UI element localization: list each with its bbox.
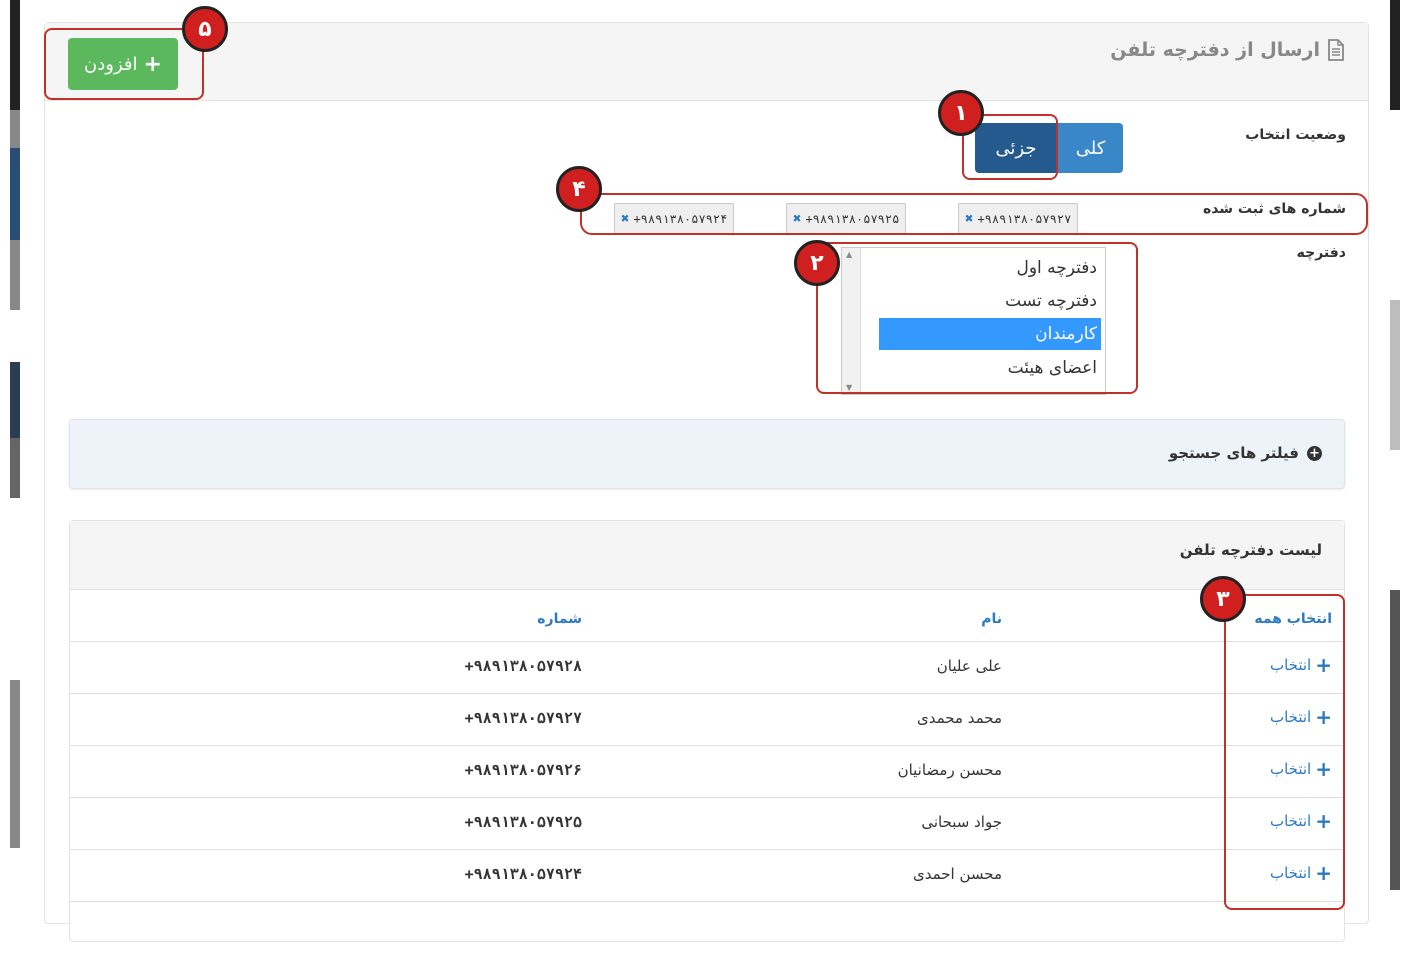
list-header: لیست دفترچه تلفن	[70, 521, 1344, 590]
highlight-registered-numbers	[580, 193, 1368, 235]
selection-mode-label: وضعیت انتخاب	[1245, 127, 1346, 143]
plus-circle-icon: +	[1307, 445, 1322, 461]
contact-name: محسن رمضانیان	[897, 761, 1002, 779]
contact-name: جواد سبحانی	[921, 813, 1002, 831]
background-window-edge-left	[0, 0, 20, 916]
highlight-add-button	[44, 28, 204, 100]
column-header-name: نام	[981, 611, 1002, 627]
table-row	[70, 901, 1344, 953]
search-filters-label: فیلتر های جستجو	[1168, 444, 1299, 462]
search-filters-header: + فیلتر های جستجو	[1169, 444, 1322, 462]
phonebook-label: دفترچه	[1296, 245, 1346, 261]
panel-title: ارسال از دفترچه تلفن	[1110, 39, 1346, 61]
table-row: + انتخاب علی علیان +۹۸۹۱۳۸۰۵۷۹۲۸	[70, 641, 1344, 693]
table-row: + انتخاب محسن احمدی +۹۸۹۱۳۸۰۵۷۹۲۴	[70, 849, 1344, 901]
annotation-badge-3: ۳	[1200, 576, 1246, 622]
contact-name: علی علیان	[936, 657, 1002, 675]
list-title: لیست دفترچه تلفن	[1179, 541, 1322, 559]
contact-number: +۹۸۹۱۳۸۰۵۷۹۲۶	[464, 761, 582, 779]
column-header-number: شماره	[537, 611, 582, 627]
table-row: + انتخاب جواد سبحانی +۹۸۹۱۳۸۰۵۷۹۲۵	[70, 797, 1344, 849]
send-from-phonebook-panel: ارسال از دفترچه تلفن + افزودن وضعیت انتخ…	[44, 22, 1369, 942]
annotation-badge-1: ۱	[938, 90, 984, 136]
contact-name: محمد محمدی	[916, 709, 1002, 727]
contact-number: +۹۸۹۱۳۸۰۵۷۹۲۴	[464, 865, 582, 883]
mode-all-button[interactable]: کلی	[1058, 123, 1123, 173]
table-row: + انتخاب محسن رمضانیان +۹۸۹۱۳۸۰۵۷۹۲۶	[70, 745, 1344, 797]
contact-number: +۹۸۹۱۳۸۰۵۷۹۲۷	[464, 709, 582, 727]
search-filters-toggle[interactable]: + فیلتر های جستجو	[69, 419, 1345, 489]
contact-number: +۹۸۹۱۳۸۰۵۷۹۲۵	[464, 813, 582, 831]
highlight-select-column	[1224, 594, 1345, 910]
table-row: + انتخاب محمد محمدی +۹۸۹۱۳۸۰۵۷۹۲۷	[70, 693, 1344, 745]
annotation-badge-5: ۵	[182, 6, 228, 52]
phonebook-list: لیست دفترچه تلفن انتخاب همه نام شماره + …	[69, 520, 1345, 942]
annotation-badge-4: ۴	[556, 166, 602, 212]
panel-title-text: ارسال از دفترچه تلفن	[1110, 39, 1320, 61]
annotation-badge-2: ۲	[794, 240, 840, 286]
contact-name: محسن احمدی	[912, 865, 1002, 883]
background-window-edge-right	[1390, 0, 1408, 916]
panel-header: ارسال از دفترچه تلفن + افزودن	[45, 23, 1368, 101]
contact-number: +۹۸۹۱۳۸۰۵۷۹۲۸	[464, 657, 582, 675]
highlight-phonebook-select	[816, 242, 1138, 394]
file-text-icon	[1326, 39, 1346, 61]
